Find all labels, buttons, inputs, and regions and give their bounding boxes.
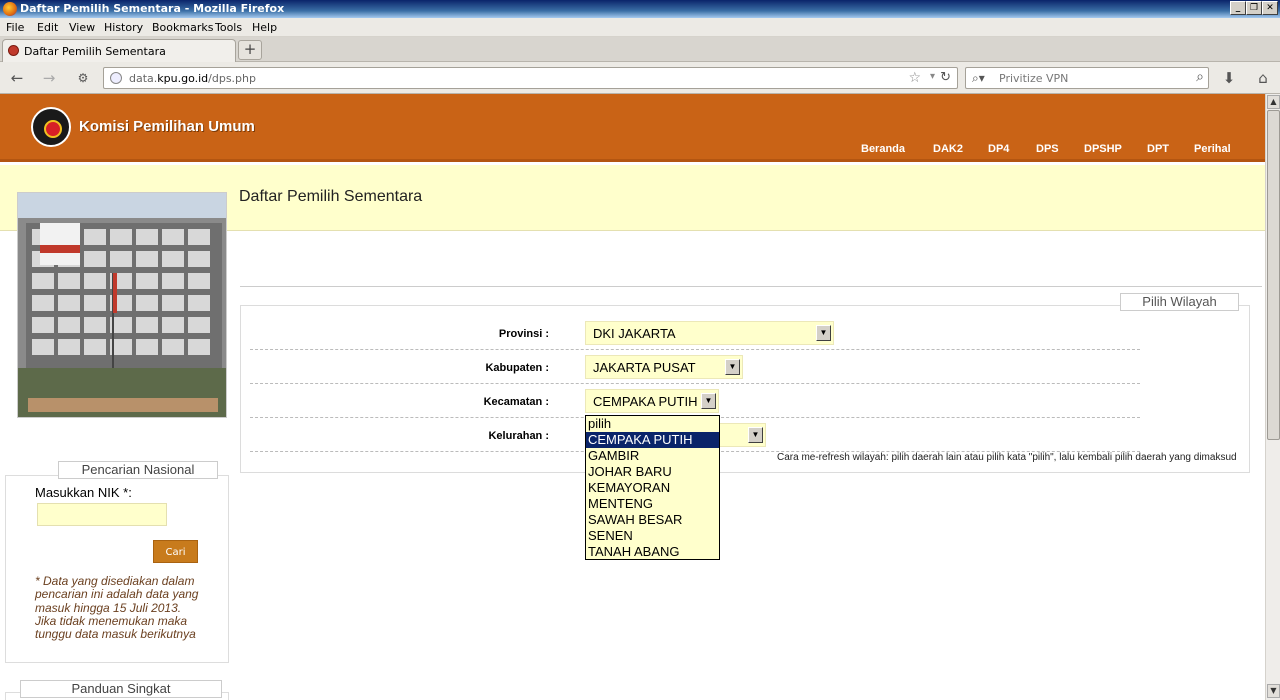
history-icon[interactable]: ⚙ [73,69,93,87]
option-cempaka-putih[interactable]: CEMPAKA PUTIH [586,432,719,448]
menu-file[interactable]: File [6,21,24,34]
site-header: Komisi Pemilihan Umum Beranda DAK2 DP4 D… [0,94,1265,162]
nav-dak2[interactable]: DAK2 [933,143,963,155]
nav-dp4[interactable]: DP4 [988,143,1009,155]
magnifier-icon[interactable]: ⌕ [1196,69,1204,85]
kabupaten-select[interactable]: JAKARTA PUSAT ▼ [585,355,743,379]
search-engine-icon[interactable]: ⌕▾ [972,71,985,86]
nav-perihal[interactable]: Perihal [1194,143,1231,155]
kecamatan-label: Kecamatan : [483,396,549,408]
tab-daftar-pemilih[interactable]: Daftar Pemilih Sementara [2,39,236,62]
nav-dpt[interactable]: DPT [1147,143,1169,155]
download-icon[interactable]: ⬇ [1219,69,1239,87]
scroll-up-icon[interactable]: ▲ [1267,95,1280,109]
menu-tools[interactable]: Tools [215,21,242,34]
back-arrow-icon[interactable]: ← [7,69,27,87]
option-senen[interactable]: SENEN [586,528,719,544]
provinsi-select[interactable]: DKI JAKARTA ▼ [585,321,834,345]
search-bar[interactable]: ⌕▾ Privitize VPN ⌕ [965,67,1209,89]
kabupaten-value: JAKARTA PUSAT [593,360,696,375]
scroll-thumb[interactable] [1267,110,1280,440]
chevron-down-icon[interactable]: ▼ [816,325,831,341]
minimize-button[interactable]: _ [1230,1,1246,15]
nav-dps[interactable]: DPS [1036,143,1059,155]
refresh-note: Cara me-refresh wilayah: pilih daerah la… [777,452,1237,463]
kecamatan-dropdown-list[interactable]: pilih CEMPAKA PUTIH GAMBIR JOHAR BARU KE… [585,415,720,560]
region-legend: Pilih Wilayah [1120,293,1239,311]
globe-icon [110,72,122,84]
search-placeholder[interactable]: Privitize VPN [999,72,1068,85]
firefox-icon [3,2,17,16]
row-separator [250,349,1140,350]
menu-edit[interactable]: Edit [37,21,58,34]
kecamatan-value: CEMPAKA PUTIH [593,394,698,409]
national-search-legend: Pencarian Nasional [58,461,218,479]
data-note: * Data yang disediakan dalam pencarian i… [35,574,199,642]
tab-label: Daftar Pemilih Sementara [24,45,166,58]
nik-label: Masukkan NIK *: [35,485,132,500]
provinsi-label: Provinsi : [498,328,549,340]
option-kemayoran[interactable]: KEMAYORAN [586,480,719,496]
menu-bookmarks[interactable]: Bookmarks [152,21,213,34]
menubar: File Edit View History Bookmarks Tools H… [0,18,1280,37]
web-page: Komisi Pemilihan Umum Beranda DAK2 DP4 D… [0,94,1265,700]
menu-help[interactable]: Help [252,21,277,34]
site-title[interactable]: Komisi Pemilihan Umum [79,118,255,135]
row-separator [250,383,1140,384]
address-bar[interactable]: data.kpu.go.id/dps.php ☆ ▾ ↻ [103,67,958,89]
scroll-down-icon[interactable]: ▼ [1267,684,1280,698]
navigation-toolbar: ← → ⚙ data.kpu.go.id/dps.php ☆ ▾ ↻ ⌕▾ Pr… [0,62,1280,94]
content-divider [240,286,1262,287]
new-tab-button[interactable]: + [238,40,262,60]
option-pilih[interactable]: pilih [586,416,719,432]
menu-view[interactable]: View [69,21,95,34]
nav-dpshp[interactable]: DPSHP [1084,143,1122,155]
url-dropdown-icon[interactable]: ▾ [930,71,935,82]
vertical-scrollbar[interactable]: ▲ ▼ [1265,94,1280,700]
restore-button[interactable]: ❐ [1246,1,1262,15]
chevron-down-icon[interactable]: ▼ [748,427,763,443]
nik-input[interactable] [37,503,167,526]
chevron-down-icon[interactable]: ▼ [725,359,740,375]
provinsi-value: DKI JAKARTA [593,326,676,341]
quick-guide-legend: Panduan Singkat [20,680,222,698]
option-tanah-abang[interactable]: TANAH ABANG [586,544,719,560]
option-menteng[interactable]: MENTENG [586,496,719,512]
cari-button[interactable]: Cari [153,540,198,563]
kpu-favicon-icon [8,45,19,56]
window-title: Daftar Pemilih Sementara - Mozilla Firef… [20,2,285,15]
url-text[interactable]: data.kpu.go.id/dps.php [129,72,256,85]
star-icon[interactable]: ☆ [908,70,921,86]
nav-beranda[interactable]: Beranda [861,143,905,155]
window-titlebar: Daftar Pemilih Sementara - Mozilla Firef… [0,0,1280,18]
kpu-building-photo [17,192,227,418]
kecamatan-select[interactable]: CEMPAKA PUTIH ▼ [585,389,719,413]
tabbar: Daftar Pemilih Sementara + [0,37,1280,62]
kelurahan-label: Kelurahan : [488,430,549,442]
menu-history[interactable]: History [104,21,143,34]
forward-arrow-icon[interactable]: → [39,69,59,87]
home-icon[interactable]: ⌂ [1253,69,1273,87]
chevron-down-icon[interactable]: ▼ [701,393,716,409]
option-johar-baru[interactable]: JOHAR BARU [586,464,719,480]
option-sawah-besar[interactable]: SAWAH BESAR [586,512,719,528]
reload-icon[interactable]: ↻ [940,70,951,85]
close-button[interactable]: ✕ [1262,1,1278,15]
kabupaten-label: Kabupaten : [485,362,549,374]
option-gambir[interactable]: GAMBIR [586,448,719,464]
kpu-logo-icon[interactable] [31,107,71,147]
page-heading: Daftar Pemilih Sementara [239,188,423,205]
